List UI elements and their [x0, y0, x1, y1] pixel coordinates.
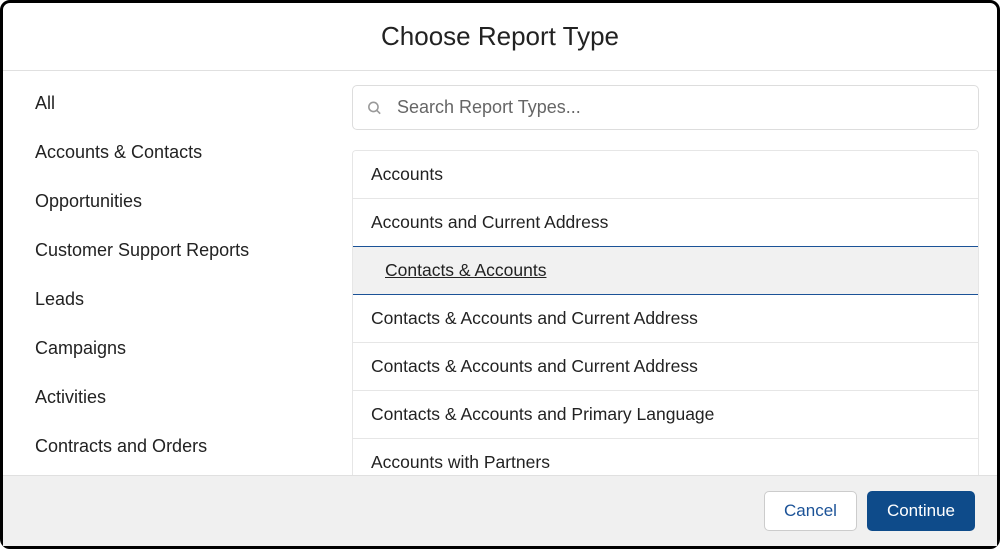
sidebar-item-activities[interactable]: Activities: [35, 387, 338, 408]
sidebar-item-customer-support[interactable]: Customer Support Reports: [35, 240, 338, 261]
search-icon: [366, 99, 383, 116]
report-item-contacts-accounts[interactable]: Contacts & Accounts: [352, 246, 979, 295]
main-panel: Accounts Accounts and Current Address Co…: [338, 71, 997, 475]
dialog-title: Choose Report Type: [3, 21, 997, 52]
report-item-accounts-partners[interactable]: Accounts with Partners: [353, 439, 978, 475]
continue-button[interactable]: Continue: [867, 491, 975, 531]
dialog-footer: Cancel Continue: [3, 475, 997, 546]
sidebar-item-contracts-orders[interactable]: Contracts and Orders: [35, 436, 338, 457]
category-sidebar: All Accounts & Contacts Opportunities Cu…: [3, 71, 338, 475]
sidebar-item-accounts-contacts[interactable]: Accounts & Contacts: [35, 142, 338, 163]
report-item-accounts[interactable]: Accounts: [353, 151, 978, 199]
report-type-list: Accounts Accounts and Current Address Co…: [352, 150, 979, 475]
dialog-content: All Accounts & Contacts Opportunities Cu…: [3, 71, 997, 475]
report-item-accounts-current-address[interactable]: Accounts and Current Address: [353, 199, 978, 247]
report-item-contacts-accounts-lang[interactable]: Contacts & Accounts and Primary Language: [353, 391, 978, 439]
search-wrap: [352, 85, 979, 130]
sidebar-item-leads[interactable]: Leads: [35, 289, 338, 310]
dialog-header: Choose Report Type: [3, 3, 997, 70]
search-input[interactable]: [352, 85, 979, 130]
sidebar-item-opportunities[interactable]: Opportunities: [35, 191, 338, 212]
report-item-contacts-accounts-addr-1[interactable]: Contacts & Accounts and Current Address: [353, 295, 978, 343]
sidebar-item-all[interactable]: All: [35, 93, 338, 114]
report-item-contacts-accounts-addr-2[interactable]: Contacts & Accounts and Current Address: [353, 343, 978, 391]
cancel-button[interactable]: Cancel: [764, 491, 857, 531]
sidebar-item-campaigns[interactable]: Campaigns: [35, 338, 338, 359]
